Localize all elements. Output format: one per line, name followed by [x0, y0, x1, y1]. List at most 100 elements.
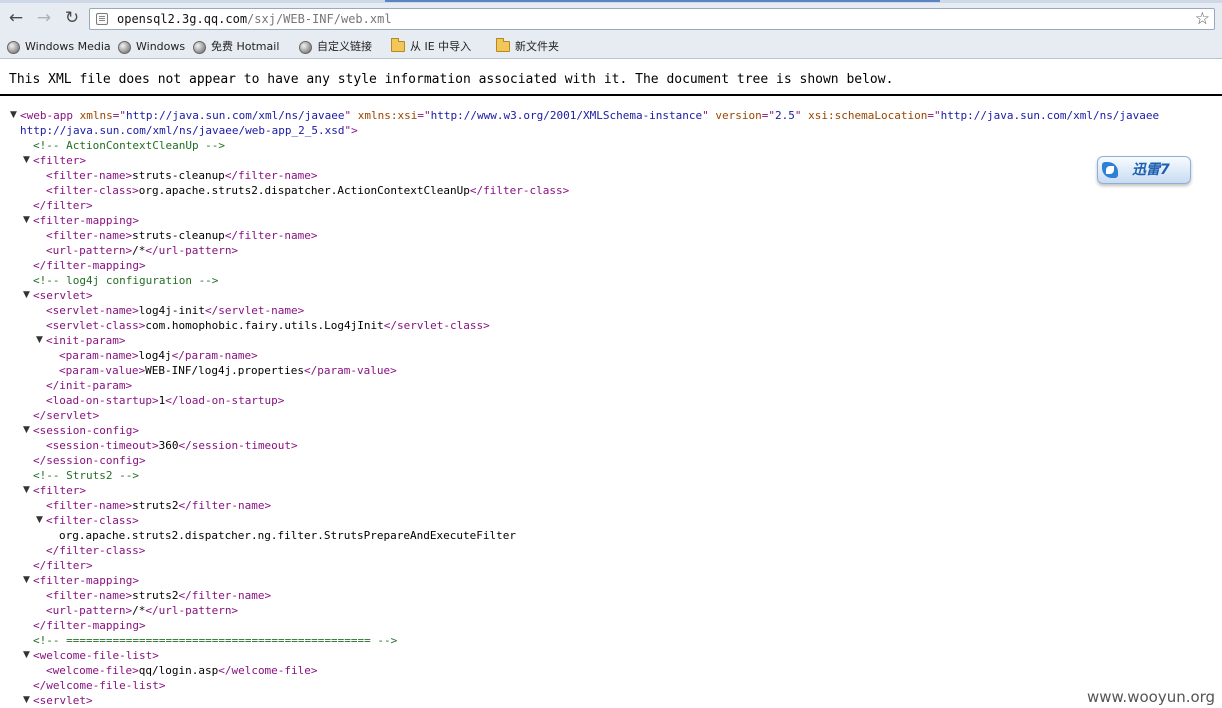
xml-tag: </filter-class> [469, 184, 570, 197]
bookmark-custom-links[interactable]: 自定义链接 [299, 38, 372, 56]
xml-tag: </url-pattern> [145, 604, 239, 617]
xml-line: <servlet> [33, 288, 93, 303]
xml-line: <filter> [33, 153, 86, 168]
bookmark-windows[interactable]: Windows [118, 38, 185, 56]
xml-line: <filter-name>struts2</filter-name> [46, 498, 271, 513]
xml-text: /* [132, 604, 146, 617]
xml-line: <url-pattern>/*</url-pattern> [46, 243, 238, 258]
reload-button-icon[interactable]: ↻ [62, 8, 82, 28]
xml-text: 360 [158, 439, 179, 452]
xml-tag: </filter-name> [224, 169, 318, 182]
xml-tag: </welcome-file-list> [33, 679, 166, 692]
xml-line: <filter-name>struts2</filter-name> [46, 588, 271, 603]
globe-icon [118, 40, 131, 54]
browser-toolbar: ← → ↻ opensql2.3g.qq.com/sxj/WEB-INF/web… [0, 3, 1222, 34]
xml-tag: " [702, 109, 716, 122]
xml-tag: </filter-name> [178, 589, 272, 602]
collapse-toggle-icon[interactable]: ▼ [23, 213, 30, 228]
back-button-icon[interactable]: ← [6, 8, 26, 28]
bookmark-label: 免费 Hotmail [211, 40, 280, 53]
xml-tag: =" [927, 109, 941, 122]
xml-tag: <url-pattern> [46, 244, 133, 257]
watermark: www.wooyun.org [1087, 688, 1216, 706]
xml-line: <!-- Struts2 --> [33, 468, 139, 483]
collapse-toggle-icon[interactable]: ▼ [10, 108, 17, 123]
xml-tag: </filter-name> [178, 499, 272, 512]
xml-tag: <filter-class> [46, 184, 139, 197]
xml-tag: </filter-mapping> [33, 619, 146, 632]
xml-line: <filter-mapping> [33, 213, 139, 228]
xml-tag: </filter> [33, 199, 93, 212]
collapse-toggle-icon[interactable]: ▼ [23, 693, 30, 708]
xml-tag: =" [417, 109, 431, 122]
xml-tag: <filter-name> [46, 589, 133, 602]
xml-style-notice: This XML file does not appear to have an… [9, 72, 894, 87]
bookmark-star-icon[interactable]: ☆ [1195, 9, 1210, 29]
xunlei-floating-button[interactable]: 迅雷7 [1097, 156, 1191, 184]
bookmark-folder-new[interactable]: 新文件夹 [496, 37, 559, 56]
xml-line: <filter-class>org.apache.struts2.dispatc… [46, 183, 569, 198]
xml-tag: "> [344, 124, 358, 137]
xml-line: </welcome-file-list> [33, 678, 165, 693]
xml-tag: </session-config> [33, 454, 146, 467]
url-path: /sxj/WEB-INF/web.xml [247, 12, 392, 26]
xml-text: org.apache.struts2.dispatcher.ng.filter.… [59, 529, 516, 542]
xml-text: org.apache.struts2.dispatcher.ActionCont… [138, 184, 470, 197]
xml-tag: <filter-name> [46, 229, 133, 242]
xml-text: WEB-INF/log4j.properties [145, 364, 305, 377]
forward-button-icon[interactable]: → [34, 8, 54, 28]
xml-tag: </param-name> [171, 349, 258, 362]
bookmark-label: Windows Media [25, 40, 111, 53]
xml-tag: </servlet-name> [204, 304, 305, 317]
xml-line: <welcome-file-list> [33, 648, 159, 663]
xml-tag: <web-app [20, 109, 80, 122]
xml-attr-value: http://java.sun.com/xml/ns/javaee/web-ap… [20, 124, 345, 137]
xml-tag: <session-timeout> [46, 439, 159, 452]
xml-attr-value: http://www.w3.org/2001/XMLSchema-instanc… [430, 109, 703, 122]
bookmark-windows-media[interactable]: Windows Media [7, 38, 111, 56]
collapse-toggle-icon[interactable]: ▼ [23, 573, 30, 588]
xml-line: <url-pattern>/*</url-pattern> [46, 603, 238, 618]
bookmarks-bar: Windows Media Windows 免费 Hotmail 自定义链接 从… [0, 34, 1222, 59]
collapse-toggle-icon[interactable]: ▼ [23, 153, 30, 168]
collapse-toggle-icon[interactable]: ▼ [36, 333, 43, 348]
xml-comment: <!-- Struts2 --> [33, 469, 139, 482]
collapse-toggle-icon[interactable]: ▼ [23, 288, 30, 303]
globe-icon [193, 40, 206, 54]
collapse-toggle-icon[interactable]: ▼ [36, 513, 43, 528]
xml-attr-value: http://java.sun.com/xml/ns/javaee [125, 109, 345, 122]
bookmark-folder-ie-import[interactable]: 从 IE 中导入 [391, 37, 471, 56]
xml-comment: <!-- ActionContextCleanUp --> [33, 139, 226, 152]
xml-tag: </url-pattern> [145, 244, 239, 257]
xml-tag: <servlet-name> [46, 304, 139, 317]
xml-tag: </filter> [33, 559, 93, 572]
xml-tag: <welcome-file-list> [33, 649, 159, 662]
xml-attr-name: xmlns:xsi [357, 109, 418, 122]
address-bar[interactable]: opensql2.3g.qq.com/sxj/WEB-INF/web.xml ☆ [89, 8, 1215, 30]
xml-text: struts2 [132, 499, 179, 512]
xml-tag: </filter-class> [46, 544, 146, 557]
collapse-toggle-icon[interactable]: ▼ [23, 423, 30, 438]
xml-attr-name: version [715, 109, 762, 122]
xml-line: http://java.sun.com/xml/ns/javaee/web-ap… [20, 123, 358, 138]
bookmark-hotmail[interactable]: 免费 Hotmail [193, 38, 279, 56]
xml-line: <servlet-name>log4j-init</servlet-name> [46, 303, 304, 318]
xml-attr-value: 2.5 [775, 109, 795, 122]
collapse-toggle-icon[interactable]: ▼ [23, 648, 30, 663]
xml-tag: <servlet-class> [46, 319, 146, 332]
xml-tag: <init-param> [46, 334, 126, 347]
url-text[interactable]: opensql2.3g.qq.com/sxj/WEB-INF/web.xml [117, 12, 392, 26]
xml-tag: <filter-name> [46, 499, 133, 512]
xml-tag: </param-value> [304, 364, 397, 377]
xml-tag: <url-pattern> [46, 604, 133, 617]
xml-line: <!-- ActionContextCleanUp --> [33, 138, 225, 153]
xml-line: <!-- log4j configuration --> [33, 273, 218, 288]
active-tab-highlight [385, 0, 940, 2]
xml-line: <session-config> [33, 423, 139, 438]
xml-tag: <load-on-startup> [46, 394, 159, 407]
xml-tag: " [794, 109, 809, 122]
xml-line: <filter-name>struts-cleanup</filter-name… [46, 228, 318, 243]
collapse-toggle-icon[interactable]: ▼ [23, 483, 30, 498]
xml-attr-name: xsi:schemaLocation [808, 109, 928, 122]
xml-attr-name: xmlns [79, 109, 113, 122]
